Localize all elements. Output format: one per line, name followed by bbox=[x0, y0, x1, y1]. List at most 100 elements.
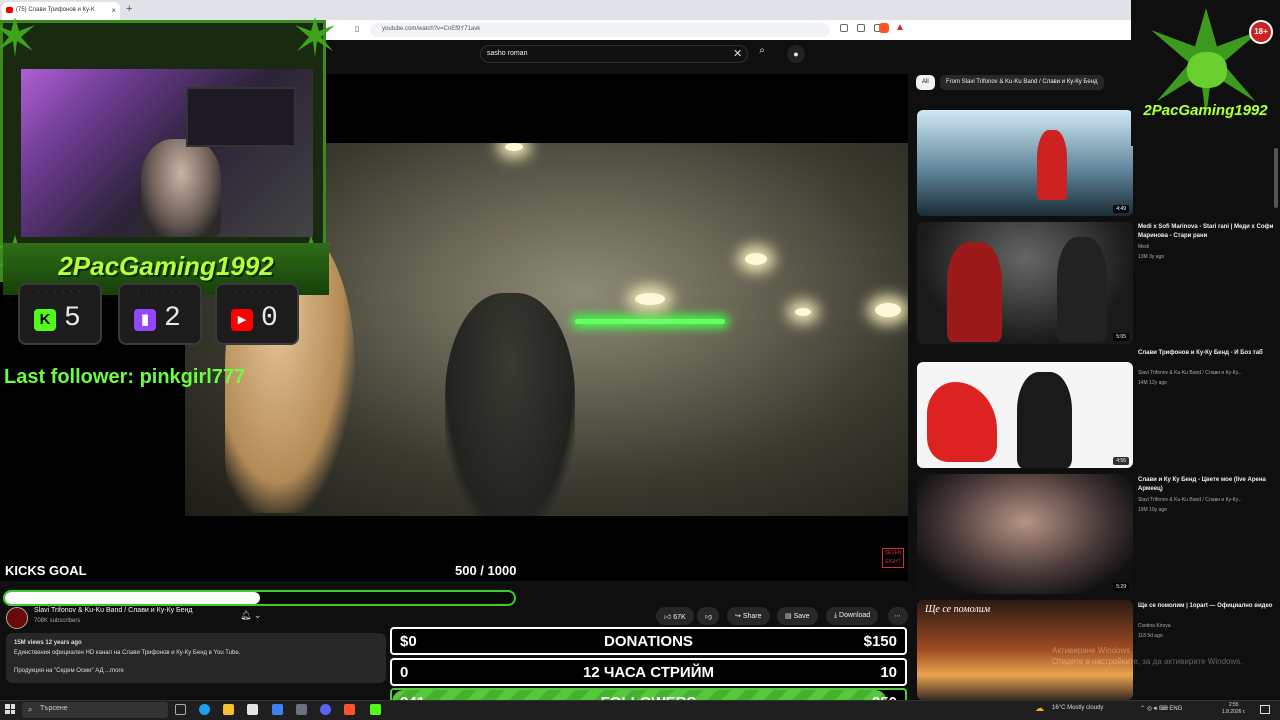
thumbnail-figure bbox=[1057, 237, 1107, 342]
system-tray[interactable]: ⌃ ◎ 🔊︎ ⌨ ENG bbox=[1140, 705, 1182, 713]
youtube-icon: ▶ bbox=[231, 309, 253, 331]
search-value: sasho roman bbox=[487, 50, 528, 57]
channel-logo: 18+ 2PacGaming1992 bbox=[1131, 0, 1280, 146]
tab-title: (75) Слави Трифонов и Ку-К bbox=[16, 7, 95, 13]
notification-bell-icon[interactable]: 🔔︎ ⌄ bbox=[240, 610, 261, 621]
store-icon[interactable] bbox=[247, 704, 258, 715]
thumbs-up-icon: 👍︎ bbox=[664, 614, 674, 621]
recommended-channel[interactable]: Slavi Trifonov & Ku-Ku Band / Слави и Ку… bbox=[1138, 497, 1242, 503]
activation-subtitle: Отидете в настройките, за да активирате … bbox=[1052, 657, 1243, 666]
twitch-counter: · · · · · · ▮ 2 bbox=[118, 283, 202, 345]
mail-icon[interactable] bbox=[272, 704, 283, 715]
video-duration: 5:05 bbox=[1113, 333, 1129, 341]
search-icon[interactable]: ⌕ bbox=[752, 45, 772, 63]
clear-search-icon[interactable]: ✕ bbox=[733, 47, 742, 60]
system-clock[interactable]: 2:55 1.8.2026 г. bbox=[1222, 702, 1245, 716]
dislike-button[interactable]: 👎︎ bbox=[697, 607, 719, 625]
taskbar-search-placeholder: Търсене bbox=[40, 705, 68, 712]
goal-label: 12 ЧАСА СТРИЙМ bbox=[583, 664, 714, 681]
recommended-title[interactable]: Ще се помолим | 1opart — Официално видео bbox=[1138, 602, 1278, 611]
thumbnail-figure bbox=[1037, 130, 1067, 200]
windows-start-icon[interactable] bbox=[5, 704, 15, 714]
recommended-thumbnail[interactable]: 5:29 bbox=[917, 474, 1133, 594]
recommended-channel[interactable]: Cvetina Kirova bbox=[1138, 623, 1171, 629]
url-text: youtube.com/watch?v=CnEf9Y71avk bbox=[382, 26, 481, 32]
stage-light bbox=[795, 308, 811, 316]
stream-hours-goal: 0 12 ЧАСА СТРИЙМ 10 bbox=[390, 658, 907, 686]
youtube-favicon-icon bbox=[6, 7, 13, 13]
stage-light bbox=[505, 143, 523, 151]
kicks-goal-label: KICKS GOAL bbox=[5, 563, 87, 578]
green-light-beam bbox=[575, 319, 725, 324]
search-input[interactable]: sasho roman bbox=[480, 45, 748, 63]
youtube-count: 0 bbox=[261, 303, 278, 334]
close-tab-icon[interactable]: × bbox=[111, 6, 116, 15]
thumbnail-figure bbox=[927, 382, 997, 462]
goal-label: DONATIONS bbox=[604, 633, 693, 650]
monitor-in-background bbox=[186, 87, 296, 147]
microphone-icon[interactable]: ● bbox=[787, 45, 805, 63]
recommended-title[interactable]: Слави Трифонов и Ку-Ку Бенд - И Боз таб bbox=[1138, 349, 1278, 358]
like-count: 67K bbox=[673, 614, 686, 621]
kick-counter: · · · · · · K 5 bbox=[18, 283, 102, 345]
rewards-triangle-icon[interactable]: ▲ bbox=[895, 22, 905, 33]
leaf-decoration bbox=[0, 17, 35, 57]
download-button[interactable]: ⤓ Download bbox=[826, 607, 879, 625]
thumbnail-figure bbox=[1017, 372, 1072, 468]
recommended-meta: 14M 12y ago bbox=[1138, 380, 1167, 386]
weather-widget[interactable]: 16°C Mostly cloudy bbox=[1052, 705, 1103, 711]
recommended-channel[interactable]: Medi bbox=[1138, 244, 1149, 250]
channel-name[interactable]: Slavi Trifonov & Ku-Ku Band / Слави и Ку… bbox=[34, 607, 193, 614]
recommended-thumbnail[interactable]: 4:49 bbox=[917, 110, 1133, 216]
address-field[interactable]: youtube.com/watch?v=CnEf9Y71avk bbox=[370, 23, 830, 37]
more-actions-button[interactable]: ⋯ bbox=[888, 607, 908, 625]
twitch-icon: ▮ bbox=[134, 309, 156, 331]
save-button[interactable]: ▤ Save bbox=[777, 607, 818, 625]
share-button[interactable]: ↪ Share bbox=[727, 607, 770, 625]
notifications-icon[interactable] bbox=[1260, 705, 1270, 714]
brave-shield-icon[interactable] bbox=[879, 23, 889, 33]
chip-all[interactable]: All bbox=[916, 75, 935, 90]
language-indicator: ENG bbox=[1169, 706, 1183, 712]
kicks-goal-bar bbox=[3, 590, 516, 606]
video-duration: 4:49 bbox=[1113, 205, 1129, 213]
browser-tab[interactable]: (75) Слави Трифонов и Ку-К × bbox=[2, 2, 120, 20]
video-duration: 4:56 bbox=[1113, 457, 1129, 465]
counter-decoration: · · · · · · bbox=[137, 288, 183, 295]
taskbar-search[interactable]: Търсене bbox=[22, 702, 168, 718]
recommended-meta: 118 5d ago bbox=[1138, 633, 1163, 639]
task-view-icon[interactable] bbox=[175, 704, 186, 715]
bookmark-icon[interactable]: ▯ bbox=[355, 24, 359, 33]
kick-count: 5 bbox=[64, 303, 81, 334]
recommended-thumbnail[interactable]: 5:05 bbox=[917, 222, 1133, 344]
file-explorer-icon[interactable] bbox=[223, 704, 234, 715]
sidebar-scrollbar[interactable] bbox=[1274, 148, 1278, 208]
streamer-name: 2PacGaming1992 bbox=[58, 251, 274, 281]
clock-time: 2:55 bbox=[1228, 702, 1239, 708]
translate-icon[interactable] bbox=[840, 24, 848, 32]
activation-title: Активиране Windows bbox=[1052, 646, 1131, 655]
cast-icon[interactable] bbox=[857, 24, 865, 32]
recommended-title[interactable]: Medi x Sofi Marinova - Stari rani | Меди… bbox=[1138, 223, 1278, 241]
recommended-thumbnail[interactable]: 4:56 bbox=[917, 362, 1133, 468]
download-label: Download bbox=[839, 612, 871, 619]
search-icon: ⌕ bbox=[28, 705, 33, 714]
donations-goal: $0 DONATIONS $150 bbox=[390, 627, 907, 655]
channel-avatar[interactable] bbox=[6, 607, 28, 629]
video-description[interactable]: 15M views 12 years ago Единствения офици… bbox=[6, 633, 386, 683]
brave-icon[interactable] bbox=[344, 704, 355, 715]
description-line: Единствения официален HD канал на Слави … bbox=[14, 650, 241, 656]
chip-from-channel[interactable]: From Slavi Trifonov & Ku-Ku Band / Слави… bbox=[940, 75, 1104, 90]
view-count: 15M views 12 years ago bbox=[14, 640, 82, 646]
recommended-channel[interactable]: Slavi Trifonov & Ku-Ku Band / Слави и Ку… bbox=[1138, 370, 1242, 376]
share-label: Share bbox=[742, 613, 762, 620]
edge-icon[interactable] bbox=[199, 704, 210, 715]
webcam-overlay: 2PacGaming1992 bbox=[0, 17, 335, 295]
discord-icon[interactable] bbox=[320, 704, 331, 715]
new-tab-button[interactable]: + bbox=[126, 3, 132, 15]
kick-app-icon[interactable] bbox=[370, 704, 381, 715]
thumbs-down-icon: 👎︎ bbox=[705, 614, 713, 621]
app-icon[interactable] bbox=[296, 704, 307, 715]
like-button[interactable]: 👍︎ 67K bbox=[656, 607, 694, 625]
recommended-title[interactable]: Слави и Ку Ку Бенд - Цвете мое (live Аре… bbox=[1138, 476, 1278, 494]
